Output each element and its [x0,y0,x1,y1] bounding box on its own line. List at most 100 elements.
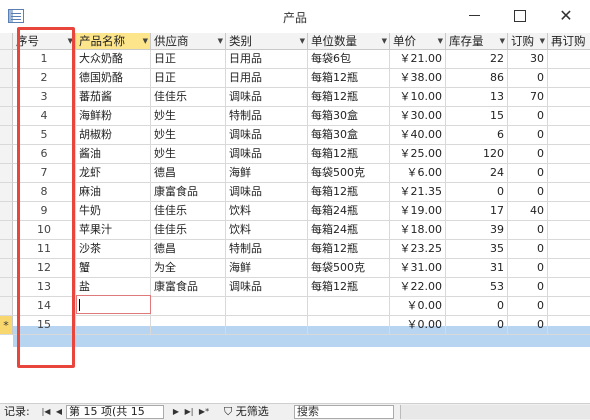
table-cell-supplier[interactable]: 佳佳乐 [151,221,226,240]
table-cell-unit[interactable]: 每袋6包 [308,50,390,69]
table-cell-stock[interactable]: 53 [446,278,508,297]
table-cell-supplier[interactable]: 德昌 [151,164,226,183]
table-cell-stock[interactable]: 6 [446,126,508,145]
filter-indicator[interactable]: ⛉ 无筛选 [224,404,269,420]
table-cell-price[interactable]: ￥21.00 [390,50,446,69]
table-cell-stock[interactable]: 0 [446,297,508,316]
table-cell-category[interactable]: 特制品 [226,240,308,259]
table-cell-unit[interactable]: 每箱12瓶 [308,278,390,297]
table-cell-order[interactable]: 0 [508,259,548,278]
table-cell-stock[interactable]: 15 [446,107,508,126]
row-selector[interactable] [0,164,13,183]
table-cell-reorder[interactable] [548,107,590,126]
table-cell-order[interactable]: 0 [508,221,548,240]
horizontal-scrollbar[interactable] [400,405,590,419]
header-product-name[interactable]: 产品名称 ▼ [76,33,151,50]
table-cell-category[interactable]: 调味品 [226,183,308,202]
row-selector[interactable] [0,107,13,126]
table-cell-name[interactable]: 蟹 [76,259,151,278]
table-cell-unit[interactable]: 每袋500克 [308,259,390,278]
table-cell-reorder[interactable] [548,164,590,183]
table-cell-order[interactable]: 0 [508,278,548,297]
row-selector[interactable] [0,50,13,69]
table-cell-stock[interactable]: 17 [446,202,508,221]
table-cell-reorder[interactable] [548,202,590,221]
maximize-button[interactable] [500,2,540,30]
table-cell-order[interactable]: 0 [508,69,548,88]
table-cell-name[interactable]: 胡椒粉 [76,126,151,145]
table-cell-name[interactable]: 沙茶 [76,240,151,259]
table-cell-reorder[interactable] [548,50,590,69]
table-cell-supplier[interactable]: 佳佳乐 [151,88,226,107]
table-cell-unit[interactable]: 每袋500克 [308,164,390,183]
table-cell-price[interactable]: ￥38.00 [390,69,446,88]
sort-dropdown-icon[interactable]: ▼ [143,33,148,49]
table-cell-supplier[interactable]: 日正 [151,50,226,69]
table-cell-supplier[interactable]: 妙生 [151,145,226,164]
row-selector[interactable] [0,145,13,164]
table-cell-price[interactable]: ￥21.35 [390,183,446,202]
table-cell-name[interactable]: 大众奶酪 [76,50,151,69]
next-record-icon[interactable]: ▶ [170,406,182,418]
table-cell-category[interactable]: 调味品 [226,88,308,107]
row-selector[interactable] [0,183,13,202]
header-supplier[interactable]: 供应商 ▼ [151,33,226,50]
table-cell-stock[interactable]: 24 [446,164,508,183]
table-cell-category[interactable]: 海鲜 [226,164,308,183]
table-cell-supplier[interactable]: 为全 [151,259,226,278]
header-unit-qty[interactable]: 单位数量 ▼ [308,33,390,50]
table-cell-category[interactable] [226,297,308,316]
table-cell-category[interactable]: 饮料 [226,221,308,240]
table-cell-name[interactable]: 龙虾 [76,164,151,183]
sort-dropdown-icon[interactable]: ▼ [500,33,505,49]
table-cell-name[interactable]: 麻油 [76,183,151,202]
table-cell-order[interactable]: 70 [508,88,548,107]
table-cell-price[interactable]: ￥19.00 [390,202,446,221]
table-cell-stock[interactable]: 31 [446,259,508,278]
active-cell-editor[interactable] [76,295,151,314]
table-cell-reorder[interactable] [548,126,590,145]
last-record-icon[interactable]: ▶| [183,406,195,418]
table-cell-stock[interactable]: 0 [446,183,508,202]
table-cell-stock[interactable]: 120 [446,145,508,164]
table-cell-supplier[interactable]: 妙生 [151,107,226,126]
sort-dropdown-icon[interactable]: ▼ [438,33,443,49]
table-cell-name[interactable] [76,316,151,335]
minimize-button[interactable] [454,2,494,30]
table-cell-reorder[interactable] [548,183,590,202]
table-cell-unit[interactable]: 每箱12瓶 [308,69,390,88]
table-cell-supplier[interactable]: 佳佳乐 [151,202,226,221]
row-selector[interactable] [0,278,13,297]
table-cell-category[interactable]: 调味品 [226,126,308,145]
table-cell-reorder[interactable] [548,259,590,278]
table-cell-reorder[interactable] [548,69,590,88]
row-selector[interactable] [0,88,13,107]
table-cell-order[interactable]: 0 [508,297,548,316]
table-cell-category[interactable]: 饮料 [226,202,308,221]
table-cell-price[interactable]: ￥0.00 [390,297,446,316]
table-cell-unit[interactable]: 每箱30盒 [308,126,390,145]
table-cell-reorder[interactable] [548,145,590,164]
table-cell-price[interactable]: ￥25.00 [390,145,446,164]
table-cell-order[interactable]: 40 [508,202,548,221]
table-cell-unit[interactable]: 每箱12瓶 [308,240,390,259]
table-cell-category[interactable] [226,316,308,335]
row-selector[interactable] [0,126,13,145]
table-cell-category[interactable]: 调味品 [226,278,308,297]
table-cell-unit[interactable] [308,297,390,316]
table-cell-reorder[interactable] [548,240,590,259]
table-cell-price[interactable]: ￥31.00 [390,259,446,278]
table-cell-unit[interactable]: 每箱24瓶 [308,202,390,221]
sort-dropdown-icon[interactable]: ▼ [218,33,223,49]
new-record-icon[interactable]: ▶* [198,406,210,418]
table-cell-reorder[interactable] [548,221,590,240]
table-cell-category[interactable]: 调味品 [226,145,308,164]
table-cell-name[interactable]: 德国奶酪 [76,69,151,88]
table-cell-name[interactable]: 海鲜粉 [76,107,151,126]
table-cell-order[interactable]: 0 [508,240,548,259]
table-cell-stock[interactable]: 35 [446,240,508,259]
table-cell-stock[interactable]: 13 [446,88,508,107]
row-selector[interactable] [0,297,13,316]
table-cell-supplier[interactable]: 妙生 [151,126,226,145]
row-selector[interactable] [0,240,13,259]
